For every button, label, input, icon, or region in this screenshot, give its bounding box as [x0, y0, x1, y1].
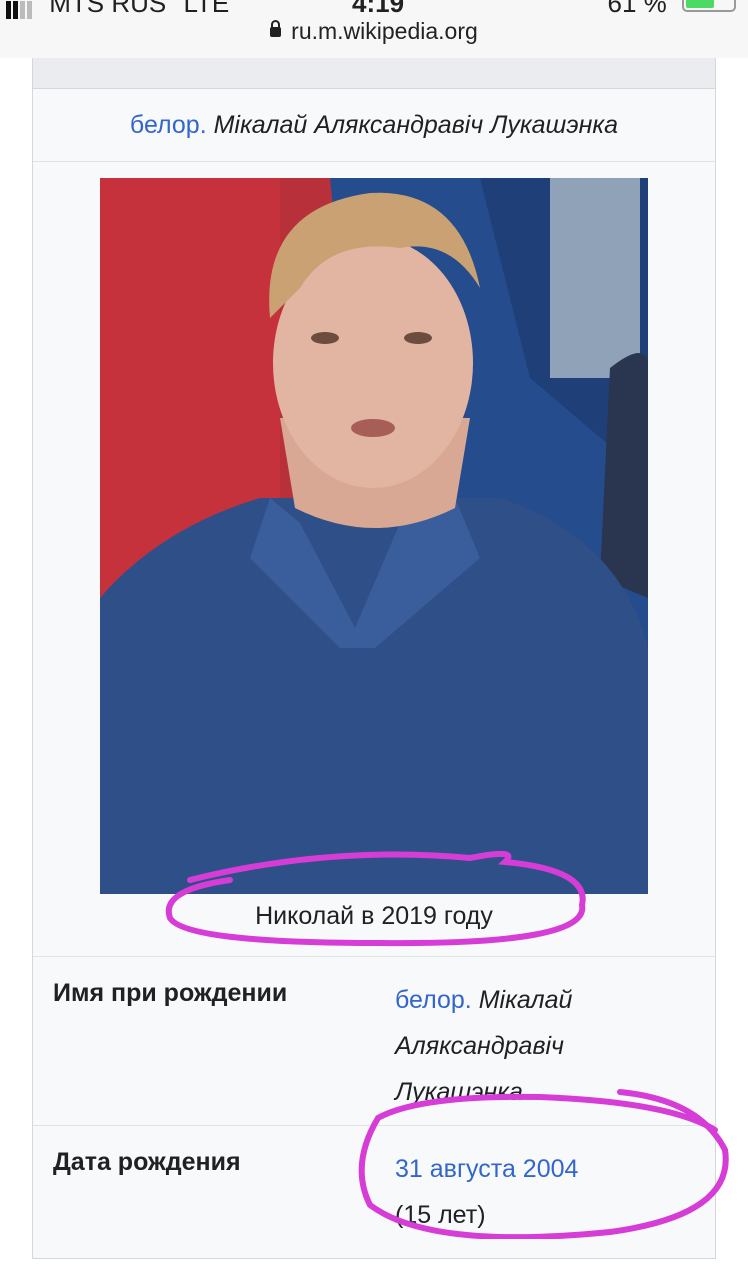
birth-name-label: Имя при рождении — [53, 979, 288, 1007]
birth-name-line: Мікалай — [478, 986, 573, 1014]
status-left: MTS RUS LTE — [6, 0, 229, 19]
url-text: ru.m.wikipedia.org — [291, 18, 478, 44]
birth-date-label: Дата рождения — [53, 1148, 241, 1176]
portrait-photo[interactable] — [100, 178, 648, 894]
infobox: белор. Мікалай Аляксандравіч Лукашэнка Н… — [32, 58, 716, 1259]
url-bar[interactable]: ru.m.wikipedia.org — [0, 18, 748, 45]
birth-name-line: Лукашэнка — [395, 1078, 523, 1106]
birth-date-value: 31 августа 2004 (15 лет) — [395, 1146, 695, 1238]
birth-name-line: Аляксандравіч — [395, 1032, 564, 1060]
status-right: 61 % — [607, 0, 736, 19]
browser-top-bar: MTS RUS LTE 4:19 61 % ru.m.wikipedia.org — [0, 0, 748, 58]
birth-date-row: Дата рождения 31 августа 2004 (15 лет) — [33, 1126, 715, 1266]
age-text: (15 лет) — [395, 1201, 486, 1229]
belarusian-language-link[interactable]: белор. — [130, 111, 207, 139]
status-bar: MTS RUS LTE 4:19 61 % — [0, 0, 748, 19]
belarusian-language-link[interactable]: белор. — [395, 986, 472, 1014]
photo-row: Николай в 2019 году — [33, 162, 715, 957]
birth-name-value: белор. Мікалай Аляксандравіч Лукашэнка — [395, 977, 695, 1115]
carrier-label: MTS RUS — [49, 0, 167, 18]
battery-percent: 61 % — [607, 0, 667, 18]
birth-date-link[interactable]: 31 августа 2004 — [395, 1155, 578, 1183]
clock: 4:19 — [352, 0, 405, 18]
original-name-row: белор. Мікалай Аляксандравіч Лукашэнка — [33, 89, 715, 162]
portrait-photo-image — [100, 178, 648, 894]
network-label: LTE — [183, 0, 230, 18]
lock-icon — [270, 19, 282, 37]
photo-caption: Николай в 2019 году — [255, 902, 493, 930]
original-name: Мікалай Аляксандравіч Лукашэнка — [213, 111, 619, 139]
birth-name-row: Имя при рождении белор. Мікалай Аляксанд… — [33, 957, 715, 1126]
signal-icon — [6, 0, 34, 19]
battery-icon — [682, 0, 736, 12]
infobox-header — [33, 58, 715, 89]
